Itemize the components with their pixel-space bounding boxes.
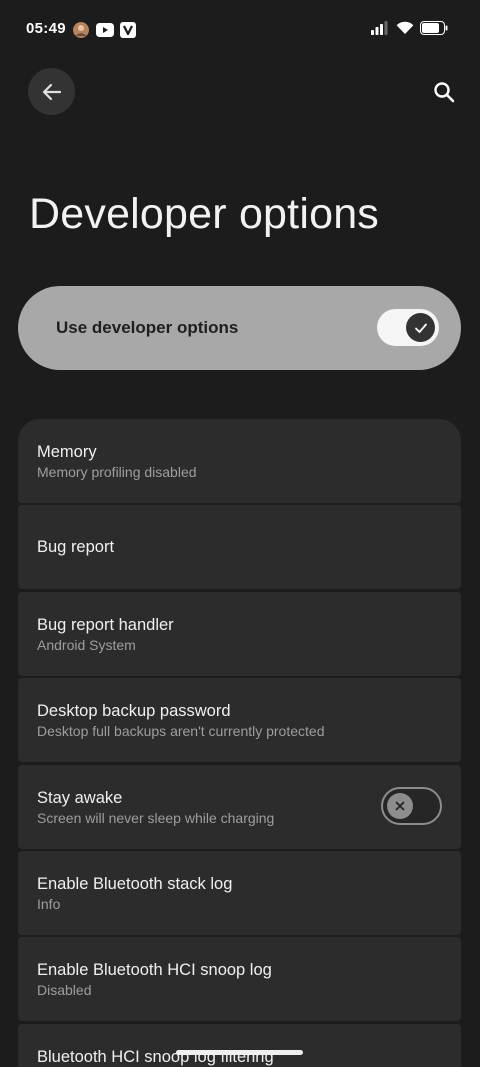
use-developer-options-label: Use developer options: [56, 318, 239, 337]
setting-title: Bug report handler: [37, 615, 174, 634]
signal-icon: [371, 21, 388, 35]
setting-subtitle: Screen will never sleep while charging: [37, 809, 275, 826]
search-icon: [434, 82, 455, 103]
setting-subtitle: Android System: [37, 636, 136, 653]
check-icon: [414, 323, 427, 333]
setting-stay-awake[interactable]: Stay awake Screen will never sleep while…: [18, 764, 461, 849]
notification-icons: [72, 21, 136, 39]
wifi-icon: [396, 21, 414, 34]
youtube-icon: [96, 23, 114, 37]
setting-bluetooth-hci-snoop-log[interactable]: Enable Bluetooth HCI snoop log Disabled: [18, 937, 461, 1022]
status-time: 05:49: [26, 20, 66, 37]
setting-title: Bug report: [37, 538, 115, 557]
use-developer-options-toggle[interactable]: [377, 309, 439, 346]
setting-bluetooth-stack-log[interactable]: Enable Bluetooth stack log Info: [18, 850, 461, 935]
settings-list: Memory Memory profiling disabled Bug rep…: [18, 419, 461, 1067]
developer-options-screen: 05:49 Developer options Use developer op…: [0, 0, 480, 1067]
setting-subtitle: Info: [37, 895, 61, 912]
setting-subtitle: Disabled: [37, 982, 92, 999]
search-button[interactable]: [424, 72, 464, 112]
status-bar: 05:49: [0, 0, 480, 60]
setting-title: Enable Bluetooth stack log: [37, 874, 233, 893]
toggle-thumb: [387, 792, 413, 819]
setting-memory[interactable]: Memory Memory profiling disabled: [18, 419, 461, 503]
setting-subtitle: Desktop full backups aren't currently pr…: [37, 723, 325, 740]
toggle-thumb: [406, 313, 435, 342]
arrow-back-icon: [42, 83, 61, 100]
battery-icon: [420, 21, 448, 35]
avatar-icon: [73, 22, 89, 38]
setting-title: Memory: [37, 443, 97, 461]
setting-subtitle: Memory profiling disabled: [37, 464, 197, 480]
close-icon: [395, 801, 405, 810]
use-developer-options-switch-card[interactable]: Use developer options: [18, 286, 461, 370]
setting-title: Desktop backup password: [37, 702, 231, 721]
setting-bluetooth-hci-snoop-log-filtering[interactable]: Bluetooth HCI snoop log filtering: [18, 1023, 461, 1067]
gesture-nav-handle[interactable]: [176, 1050, 303, 1055]
system-status-icons: [371, 21, 448, 35]
setting-title: Stay awake: [37, 788, 123, 807]
back-button[interactable]: [28, 68, 75, 115]
setting-desktop-backup-password[interactable]: Desktop backup password Desktop full bac…: [18, 678, 461, 763]
page-title: Developer options: [29, 190, 380, 238]
stay-awake-toggle[interactable]: [381, 786, 442, 825]
v-app-icon: [120, 22, 136, 38]
setting-title: Enable Bluetooth HCI snoop log: [37, 961, 272, 980]
setting-bug-report-handler[interactable]: Bug report handler Android System: [18, 591, 461, 676]
setting-bug-report[interactable]: Bug report: [18, 505, 461, 590]
